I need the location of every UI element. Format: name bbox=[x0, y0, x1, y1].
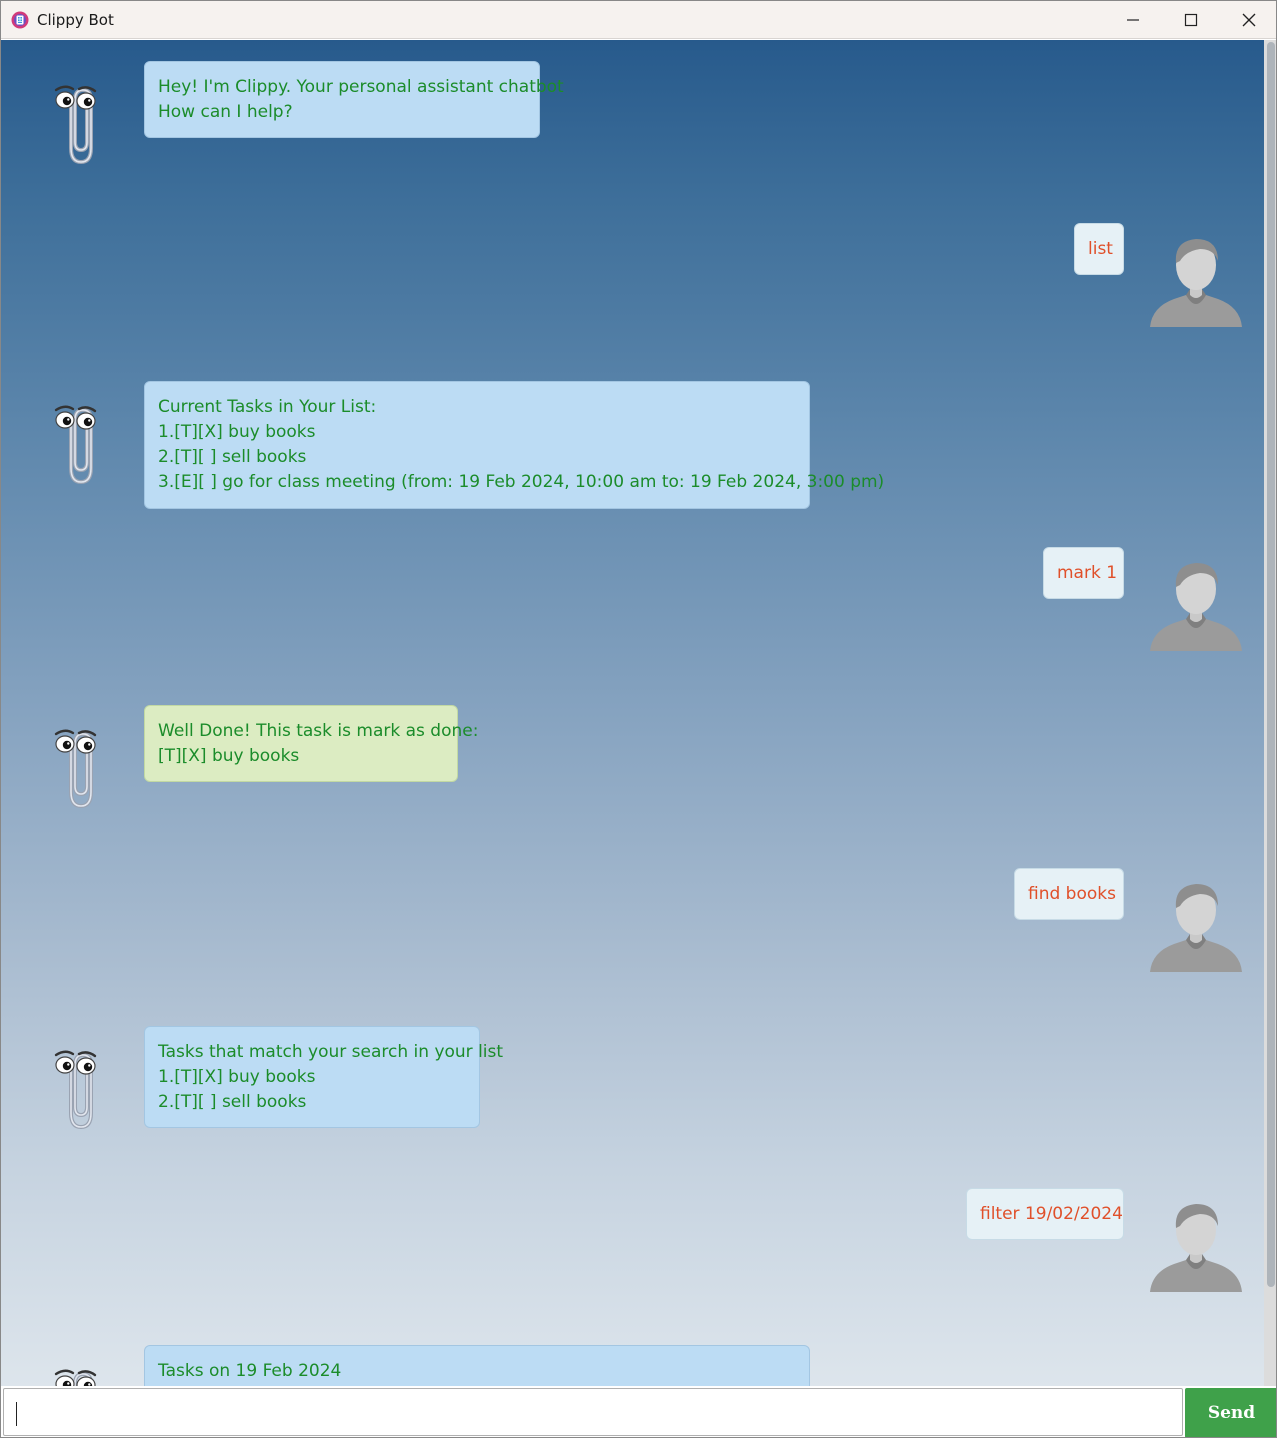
app-icon bbox=[11, 11, 29, 29]
text-caret bbox=[16, 1402, 17, 1426]
minimize-button[interactable] bbox=[1104, 1, 1162, 39]
clippy-avatar bbox=[54, 1049, 97, 1129]
chat-area[interactable]: Hey! I'm Clippy. Your personal assistant… bbox=[1, 40, 1264, 1386]
close-button[interactable] bbox=[1220, 1, 1276, 39]
scrollbar-thumb[interactable] bbox=[1267, 42, 1275, 1287]
user-avatar bbox=[1150, 239, 1242, 327]
minimize-icon bbox=[1127, 19, 1139, 21]
bot-message: Well Done! This task is mark as done: [T… bbox=[144, 705, 478, 782]
user-message: filter 19/02/2024 bbox=[966, 1188, 1124, 1240]
message-input[interactable] bbox=[3, 1388, 1183, 1436]
user-avatar bbox=[1150, 1204, 1242, 1292]
close-icon bbox=[1242, 13, 1256, 27]
user-avatar bbox=[1150, 884, 1242, 972]
user-message: mark 1 bbox=[1043, 547, 1124, 599]
maximize-button[interactable] bbox=[1162, 1, 1220, 39]
clippy-avatar bbox=[54, 1368, 97, 1386]
bot-message: Current Tasks in Your List: 1.[T][X] buy… bbox=[144, 381, 884, 509]
window-title: Clippy Bot bbox=[37, 11, 114, 29]
clippy-avatar bbox=[54, 728, 97, 808]
clippy-avatar bbox=[54, 84, 97, 164]
user-message: find books bbox=[1014, 868, 1124, 920]
user-message: list bbox=[1074, 223, 1124, 275]
user-avatar bbox=[1150, 563, 1242, 651]
send-button[interactable]: Send bbox=[1185, 1388, 1276, 1437]
chat-scrollbar[interactable] bbox=[1264, 40, 1276, 1386]
app-window: Clippy Bot Hey! I'm Clippy. Your persona… bbox=[0, 0, 1277, 1438]
clippy-avatar bbox=[54, 404, 97, 484]
bot-message: Tasks on 19 Feb 2024 bbox=[144, 1345, 810, 1386]
input-bar: Send bbox=[1, 1386, 1276, 1437]
bot-message: Tasks that match your search in your lis… bbox=[144, 1026, 503, 1128]
maximize-icon bbox=[1184, 13, 1198, 27]
bot-message: Hey! I'm Clippy. Your personal assistant… bbox=[144, 61, 564, 138]
title-bar: Clippy Bot bbox=[1, 1, 1276, 39]
